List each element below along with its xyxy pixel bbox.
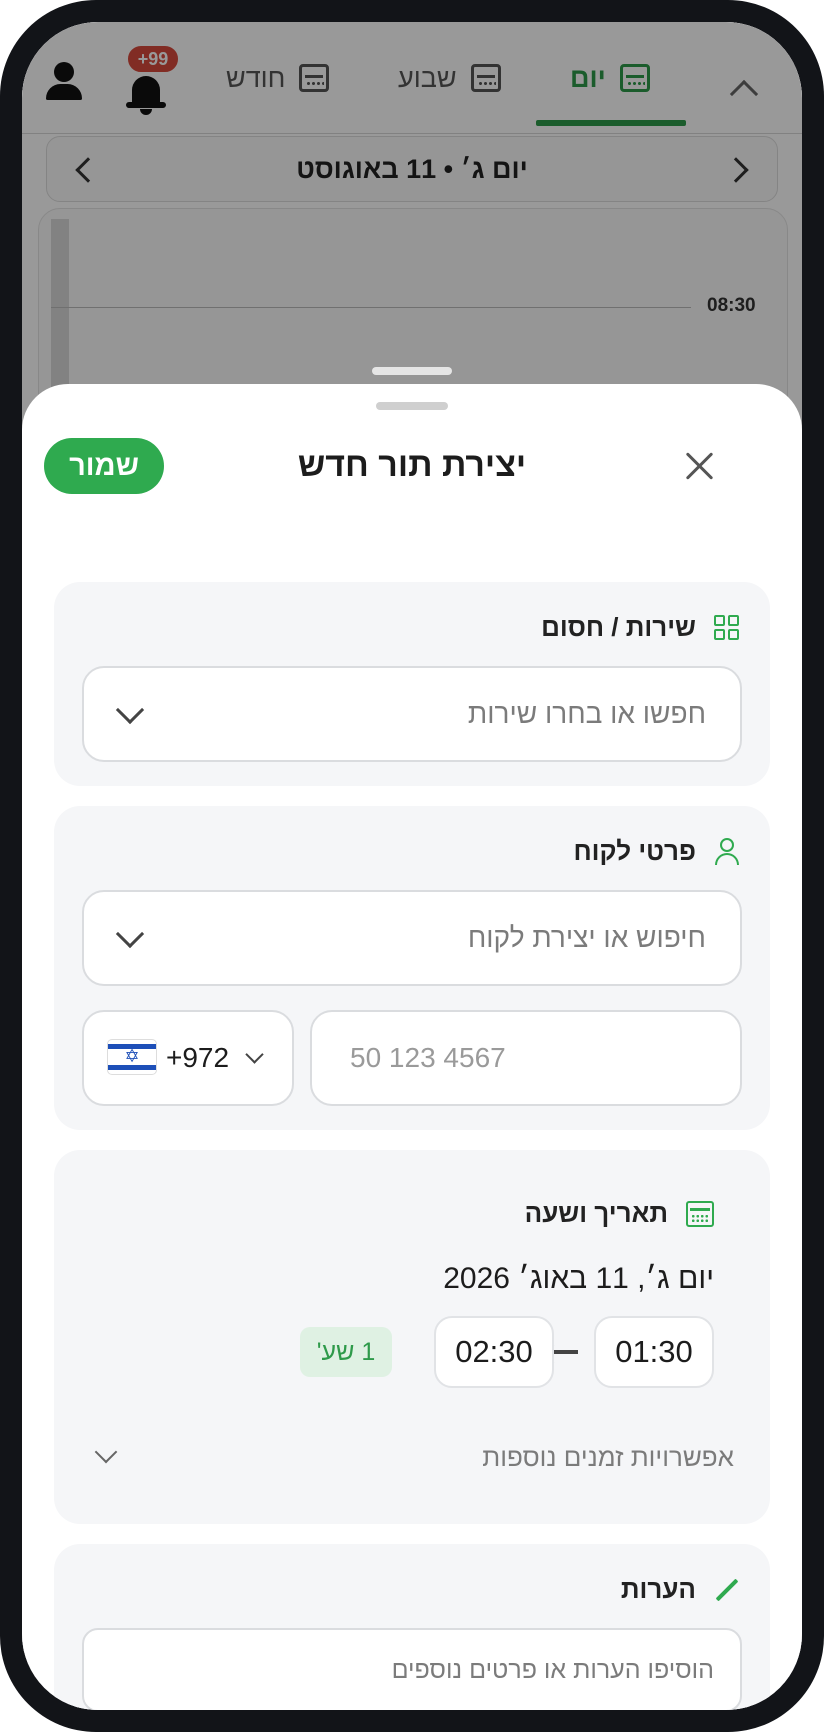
service-card: שירות / חסום חפשו או בחרו שירות <box>54 582 770 786</box>
duration-badge: 1 שע' <box>300 1327 392 1377</box>
drag-handle[interactable] <box>372 367 452 375</box>
calendar-icon <box>686 1200 714 1227</box>
close-icon[interactable] <box>684 450 716 482</box>
customer-search-field[interactable]: חיפוש או יצירת לקוח <box>82 890 742 986</box>
grid-icon <box>714 614 740 641</box>
arrow-left-icon <box>552 1350 578 1354</box>
phone-input[interactable]: 50 123 4567 <box>310 1010 742 1106</box>
person-icon <box>714 837 740 866</box>
sheet-grabber[interactable] <box>376 402 448 410</box>
chevron-down-icon <box>245 1045 264 1064</box>
service-title: שירות / חסום <box>541 612 696 642</box>
service-search-field[interactable]: חפשו או בחרו שירות <box>82 666 742 762</box>
datetime-card: תאריך ושעה יום ג׳, 11 באוג׳ 2026 01:30 0… <box>54 1150 770 1524</box>
country-code-value: +972 <box>166 1042 230 1073</box>
customer-placeholder: חיפוש או יצירת לקוח <box>467 922 706 953</box>
chevron-down-icon <box>115 919 145 949</box>
notes-placeholder: הוסיפו הערות או פרטים נוספים <box>391 1655 714 1684</box>
pencil-icon <box>714 1577 740 1603</box>
create-appointment-sheet: שמור יצירת תור חדש שירות / חסום חפשו או … <box>22 384 802 1710</box>
time-range: 01:30 02:30 1 שע' <box>54 1316 770 1388</box>
selected-date[interactable]: יום ג׳, 11 באוג׳ 2026 <box>443 1262 714 1296</box>
notes-textarea[interactable]: הוסיפו הערות או פרטים נוספים <box>82 1628 742 1710</box>
customer-title: פרטי לקוח <box>573 836 696 866</box>
chevron-down-icon[interactable] <box>94 1440 118 1464</box>
chevron-down-icon <box>115 695 145 725</box>
end-time-field[interactable]: 02:30 <box>434 1316 554 1388</box>
customer-card: פרטי לקוח חיפוש או יצירת לקוח ✡ +972 50 … <box>54 806 770 1130</box>
israel-flag-icon: ✡ <box>108 1040 156 1074</box>
screen: יום שבוע חודש +99 יום ג׳ • 11 באוגוסט 08… <box>22 22 802 1710</box>
service-placeholder: חפשו או בחרו שירות <box>467 698 706 729</box>
phone-placeholder: 50 123 4567 <box>350 1042 506 1073</box>
device-frame: יום שבוע חודש +99 יום ג׳ • 11 באוגוסט 08… <box>0 0 824 1732</box>
service-header: שירות / חסום <box>541 612 740 643</box>
notes-header: הערות <box>621 1574 740 1605</box>
notes-title: הערות <box>620 1574 696 1604</box>
country-code-select[interactable]: ✡ +972 <box>82 1010 294 1106</box>
datetime-title: תאריך ושעה <box>524 1198 668 1228</box>
end-time: 02:30 <box>455 1334 533 1369</box>
start-time-field[interactable]: 01:30 <box>594 1316 714 1388</box>
notes-card: הערות הוסיפו הערות או פרטים נוספים <box>54 1544 770 1710</box>
more-time-options[interactable]: אפשרויות זמנים נוספות <box>482 1442 734 1473</box>
start-time: 01:30 <box>615 1334 693 1369</box>
datetime-header: תאריך ושעה <box>525 1198 714 1229</box>
customer-header: פרטי לקוח <box>573 836 740 867</box>
